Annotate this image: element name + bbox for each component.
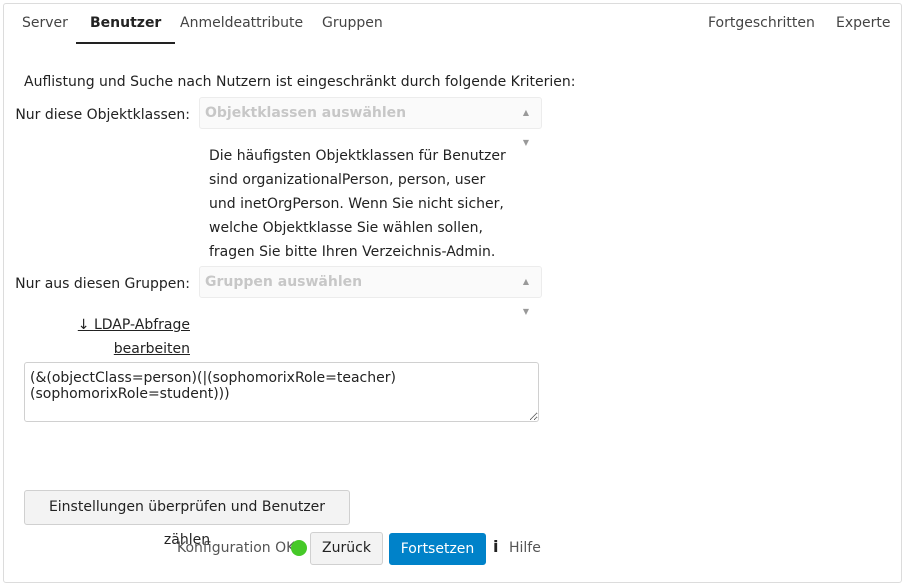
help-link[interactable]: Hilfe bbox=[509, 540, 541, 556]
object-classes-label: Nur diese Objektklassen: bbox=[15, 107, 190, 123]
groups-label: Nur aus diesen Gruppen: bbox=[15, 276, 190, 292]
ldap-link-line2: bearbeiten bbox=[113, 341, 190, 357]
down-arrow-icon: ↓ bbox=[77, 317, 90, 333]
info-icon[interactable]: i bbox=[493, 537, 498, 556]
ldap-filter-textarea[interactable]: (&(objectClass=person)(|(sophomorixRole=… bbox=[24, 362, 539, 422]
object-classes-placeholder: Objektklassen auswählen bbox=[205, 105, 407, 121]
tab-expert[interactable]: Experte bbox=[836, 4, 891, 42]
object-classes-select[interactable]: Objektklassen auswählen ▲ ▼ bbox=[199, 97, 542, 147]
tab-advanced[interactable]: Fortgeschritten bbox=[708, 4, 815, 42]
edit-ldap-query-link[interactable]: ↓ LDAP-Abfrage bearbeiten bbox=[78, 313, 190, 361]
tab-login-attributes[interactable]: Anmeldeattribute bbox=[180, 4, 303, 42]
tab-server[interactable]: Server bbox=[22, 4, 68, 42]
status-ok-icon bbox=[291, 540, 307, 556]
groups-select[interactable]: Gruppen auswählen ▲ ▼ bbox=[199, 266, 542, 316]
check-count-button[interactable]: Einstellungen überprüfen und Benutzer zä… bbox=[24, 490, 350, 548]
intro-text: Auflistung und Suche nach Nutzern ist ei… bbox=[24, 74, 576, 90]
config-status-text: Konfiguration OK bbox=[177, 540, 296, 556]
ldap-link-line1: LDAP-Abfrage bbox=[93, 317, 190, 333]
back-button[interactable]: Zurück bbox=[310, 532, 383, 565]
select-arrow-icon: ▲ ▼ bbox=[522, 108, 529, 147]
tab-groups[interactable]: Gruppen bbox=[322, 4, 383, 42]
tab-bar: Server Benutzer Anmeldeattribute Gruppen… bbox=[4, 4, 901, 44]
tab-users[interactable]: Benutzer bbox=[76, 4, 176, 44]
continue-button[interactable]: Fortsetzen bbox=[389, 533, 486, 565]
object-classes-help: Die häufigsten Objektklassen für Benutze… bbox=[209, 148, 506, 260]
groups-placeholder: Gruppen auswählen bbox=[205, 274, 363, 290]
select-arrow-icon: ▲ ▼ bbox=[522, 277, 529, 316]
